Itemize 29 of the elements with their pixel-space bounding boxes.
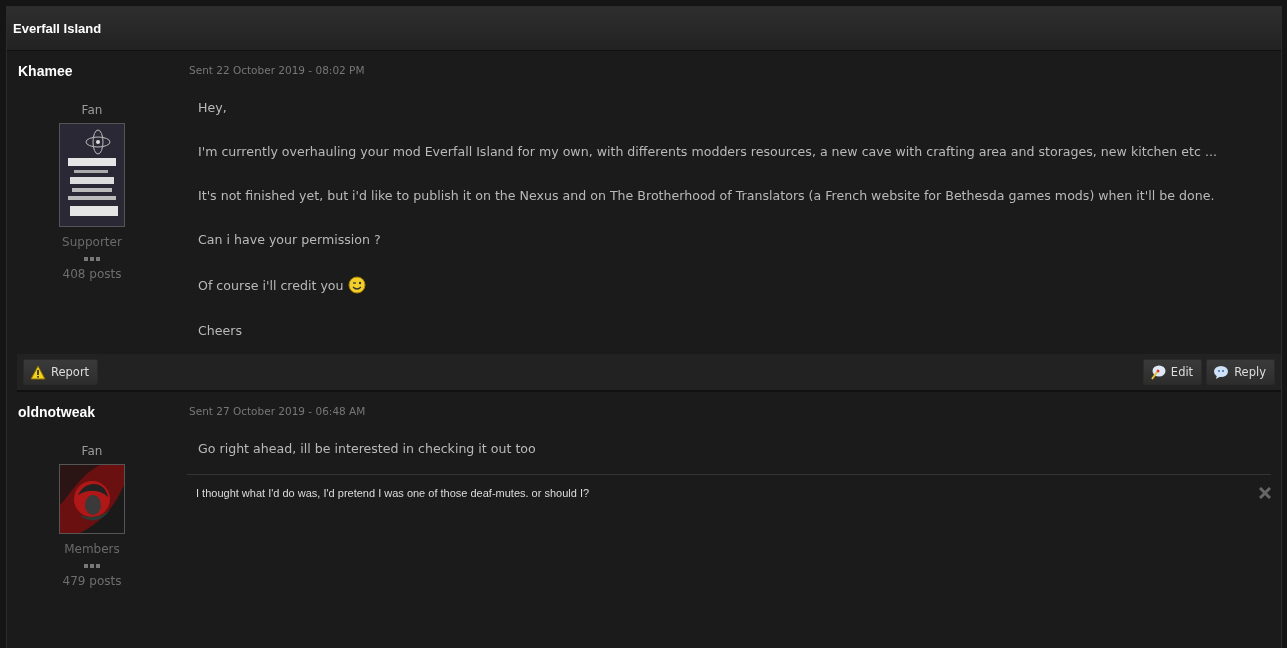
post-paragraph: Can i have your permission ? xyxy=(198,232,381,247)
member-rank: Fan xyxy=(81,444,103,458)
pencil-speech-bubble-icon xyxy=(1149,364,1166,380)
member-group: Supporter xyxy=(62,235,122,249)
reply-button[interactable]: Reply xyxy=(1206,359,1275,385)
winking-smiley-icon xyxy=(347,276,366,294)
close-icon[interactable] xyxy=(1259,487,1271,499)
member-rank: Fan xyxy=(81,103,103,117)
topic-title: Everfall Island xyxy=(13,21,102,36)
post-count: 408 posts xyxy=(62,267,122,281)
post-count: 479 posts xyxy=(62,574,122,588)
speech-bubble-icon xyxy=(1213,364,1230,380)
signature-text: I thought what I'd do was, I'd pretend I was one of those deaf-mutes. or should I? xyxy=(196,487,590,499)
post-paragraph: Hey, xyxy=(198,100,227,115)
member-group: Members xyxy=(64,542,120,556)
post-date: Sent 27 October 2019 - 06:48 AM xyxy=(189,405,366,417)
pips-icon xyxy=(84,564,100,568)
post-paragraph: I'm currently overhauling your mod Everfall Island for my own, with differents modders resources, a new cave with crafting area and storages, new kitchen etc ... xyxy=(198,144,1217,159)
edit-button[interactable]: Edit xyxy=(1142,359,1203,385)
post-paragraph: Go right ahead, ill be interested in checking it out too xyxy=(198,441,536,456)
post-paragraph: Of course i'll credit you xyxy=(198,277,344,293)
post-paragraph: Cheers xyxy=(198,323,242,338)
post-date: Sent 22 October 2019 - 08:02 PM xyxy=(189,64,365,76)
warning-icon xyxy=(30,364,46,380)
pips-icon xyxy=(84,257,100,261)
author-name[interactable]: Khamee xyxy=(18,63,73,79)
post-paragraph: It's not finished yet, but i'd like to publish it on the Nexus and on The Brotherhood of Translators (a French website for Bethesda games mods) when it'll be done. xyxy=(198,188,1215,203)
author-name[interactable]: oldnotweak xyxy=(18,404,95,420)
report-button[interactable]: Report xyxy=(23,359,99,385)
